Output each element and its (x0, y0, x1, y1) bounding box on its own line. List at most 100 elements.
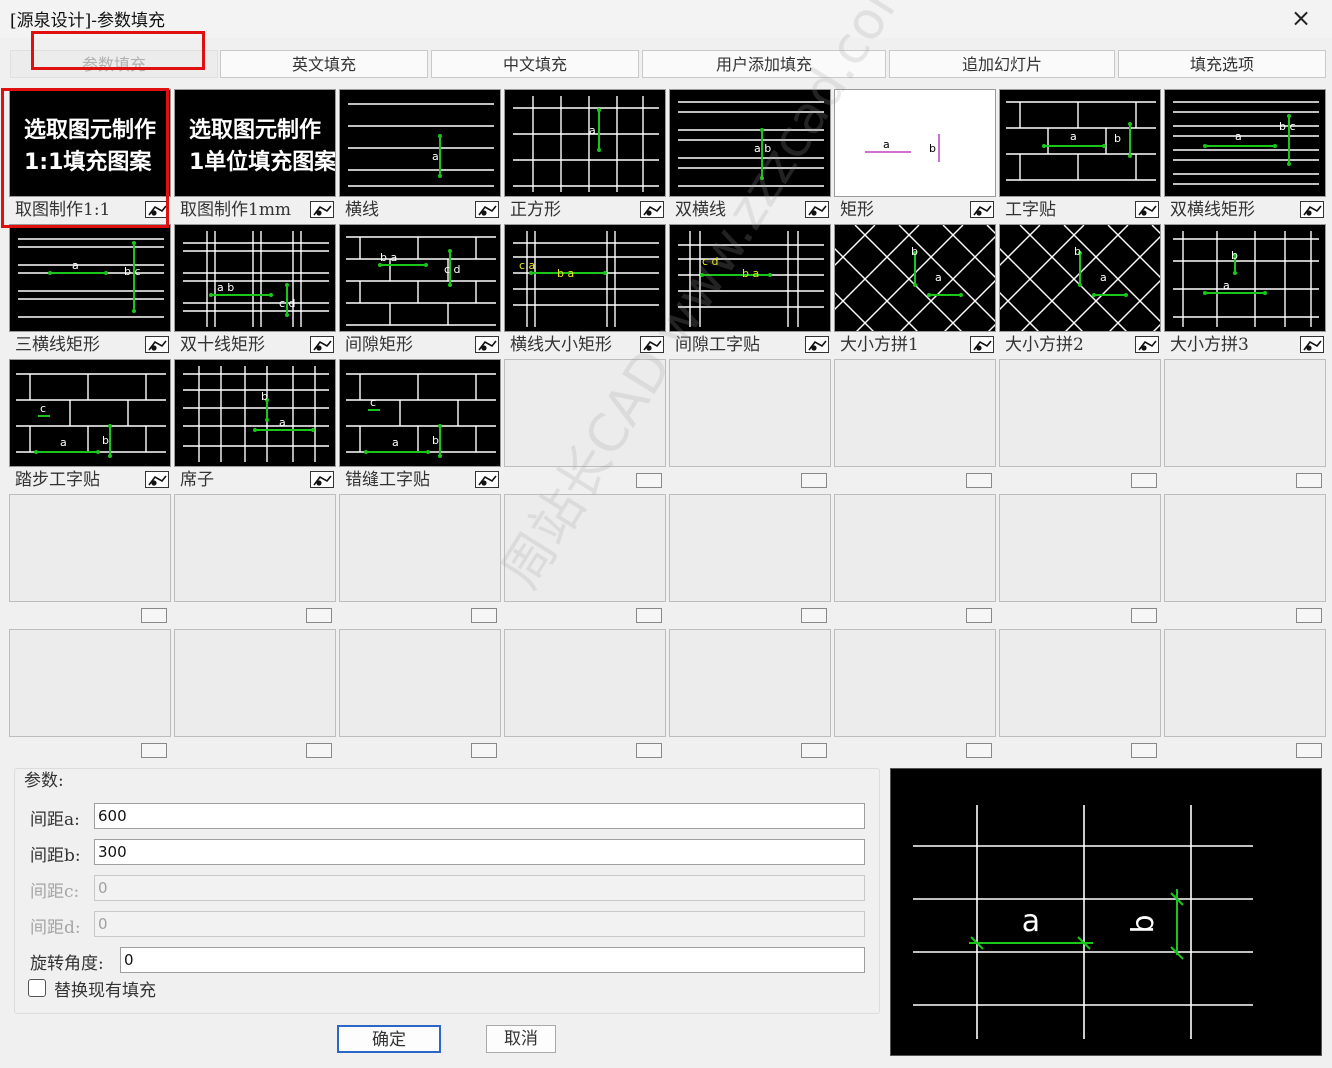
empty-slot-icon[interactable] (966, 743, 992, 758)
pattern-preview: a b (890, 768, 1322, 1056)
empty-pattern-slot[interactable] (834, 494, 996, 602)
empty-slot-icon[interactable] (471, 743, 497, 758)
empty-slot-icon[interactable] (141, 743, 167, 758)
pattern-label-text: 席子 (180, 470, 214, 490)
empty-pattern-slot[interactable] (999, 494, 1161, 602)
pattern-tile[interactable]: a (339, 89, 501, 197)
cancel-button[interactable]: 取消 (486, 1025, 556, 1053)
empty-pattern-slot[interactable] (174, 629, 336, 737)
edit-pattern-icon[interactable] (1300, 201, 1324, 218)
pattern-tile[interactable]: ab (999, 89, 1161, 197)
empty-pattern-slot[interactable] (834, 629, 996, 737)
edit-pattern-icon[interactable] (475, 336, 499, 353)
pattern-tile[interactable]: b ac d (339, 224, 501, 332)
pattern-label-text: 踏步工字贴 (15, 470, 100, 490)
edit-pattern-icon[interactable] (970, 201, 994, 218)
edit-pattern-icon[interactable] (970, 336, 994, 353)
edit-pattern-icon[interactable] (475, 471, 499, 488)
svg-text:b: b (1114, 132, 1121, 145)
preview-b-label: b (1126, 914, 1161, 933)
empty-slot-label (9, 739, 171, 761)
empty-slot-icon[interactable] (636, 608, 662, 623)
empty-slot-label (1164, 604, 1326, 626)
edit-pattern-icon[interactable] (805, 201, 829, 218)
empty-pattern-slot[interactable] (669, 359, 831, 467)
pattern-tile[interactable]: 选取图元制作 1单位填充图案 (174, 89, 336, 197)
empty-pattern-slot[interactable] (999, 629, 1161, 737)
edit-pattern-icon[interactable] (1135, 201, 1159, 218)
pattern-tile[interactable]: a (504, 89, 666, 197)
rotation-input[interactable]: 0 (120, 947, 865, 973)
pattern-tile[interactable]: a b c (9, 224, 171, 332)
edit-pattern-icon[interactable] (1300, 336, 1324, 353)
empty-slot-icon[interactable] (1296, 473, 1322, 488)
edit-pattern-icon[interactable] (145, 471, 169, 488)
empty-pattern-slot[interactable] (1164, 359, 1326, 467)
empty-slot-icon[interactable] (1296, 608, 1322, 623)
pattern-tile[interactable]: a b c d (174, 224, 336, 332)
spacing-a-input[interactable]: 600 (94, 803, 865, 829)
empty-pattern-slot[interactable] (1164, 629, 1326, 737)
pattern-label: 三横线矩形 (9, 334, 171, 356)
empty-slot-icon[interactable] (801, 743, 827, 758)
close-icon[interactable]: × (1284, 2, 1318, 34)
empty-pattern-slot[interactable] (174, 494, 336, 602)
pattern-tile[interactable]: ba (1164, 224, 1326, 332)
empty-pattern-slot[interactable] (9, 629, 171, 737)
pattern-tile[interactable]: a b c (1164, 89, 1326, 197)
highlight-box-pattern (1, 88, 169, 228)
empty-pattern-slot[interactable] (339, 494, 501, 602)
empty-slot-icon[interactable] (1131, 743, 1157, 758)
pattern-label-text: 矩形 (840, 200, 874, 220)
empty-slot-icon[interactable] (1131, 473, 1157, 488)
empty-slot-icon[interactable] (636, 743, 662, 758)
empty-pattern-slot[interactable] (669, 629, 831, 737)
pattern-tile[interactable]: ab (834, 89, 996, 197)
tab-english-fill[interactable]: 英文填充 (220, 50, 428, 78)
tab-append-slide[interactable]: 追加幻灯片 (889, 50, 1115, 78)
ok-button[interactable]: 确定 (337, 1025, 441, 1053)
empty-pattern-slot[interactable] (669, 494, 831, 602)
empty-slot-icon[interactable] (966, 473, 992, 488)
edit-pattern-icon[interactable] (640, 201, 664, 218)
empty-slot-label (174, 604, 336, 626)
tab-chinese-fill[interactable]: 中文填充 (431, 50, 639, 78)
edit-pattern-icon[interactable] (805, 336, 829, 353)
tab-fill-options[interactable]: 填充选项 (1118, 50, 1326, 78)
pattern-tile-line2: 1单位填充图案 (189, 150, 336, 175)
empty-slot-label (834, 469, 996, 491)
empty-pattern-slot[interactable] (9, 494, 171, 602)
pattern-label: 大小方拼2 (999, 334, 1161, 356)
pattern-tile[interactable]: ba (174, 359, 336, 467)
replace-fill-checkbox[interactable] (28, 979, 46, 997)
empty-slot-icon[interactable] (306, 743, 332, 758)
empty-slot-icon[interactable] (966, 608, 992, 623)
empty-pattern-slot[interactable] (999, 359, 1161, 467)
edit-pattern-icon[interactable] (145, 336, 169, 353)
empty-slot-icon[interactable] (801, 473, 827, 488)
edit-pattern-icon[interactable] (475, 201, 499, 218)
pattern-tile[interactable]: ba (999, 224, 1161, 332)
edit-pattern-icon[interactable] (310, 336, 334, 353)
preview-a-label: a (1022, 904, 1040, 939)
pattern-tile[interactable]: ba (834, 224, 996, 332)
pattern-tile[interactable]: c a b (9, 359, 171, 467)
empty-pattern-slot[interactable] (339, 629, 501, 737)
empty-pattern-slot[interactable] (834, 359, 996, 467)
empty-pattern-slot[interactable] (1164, 494, 1326, 602)
empty-slot-icon[interactable] (1131, 608, 1157, 623)
empty-slot-label (834, 739, 996, 761)
empty-slot-icon[interactable] (306, 608, 332, 623)
pattern-label: 矩形 (834, 199, 996, 221)
pattern-tile[interactable]: c a b (339, 359, 501, 467)
empty-slot-icon[interactable] (1296, 743, 1322, 758)
empty-slot-icon[interactable] (801, 608, 827, 623)
edit-pattern-icon[interactable] (1135, 336, 1159, 353)
empty-pattern-slot[interactable] (504, 629, 666, 737)
edit-pattern-icon[interactable] (310, 471, 334, 488)
empty-slot-icon[interactable] (636, 473, 662, 488)
empty-slot-icon[interactable] (471, 608, 497, 623)
edit-pattern-icon[interactable] (310, 201, 334, 218)
empty-slot-icon[interactable] (141, 608, 167, 623)
spacing-b-input[interactable]: 300 (94, 839, 865, 865)
